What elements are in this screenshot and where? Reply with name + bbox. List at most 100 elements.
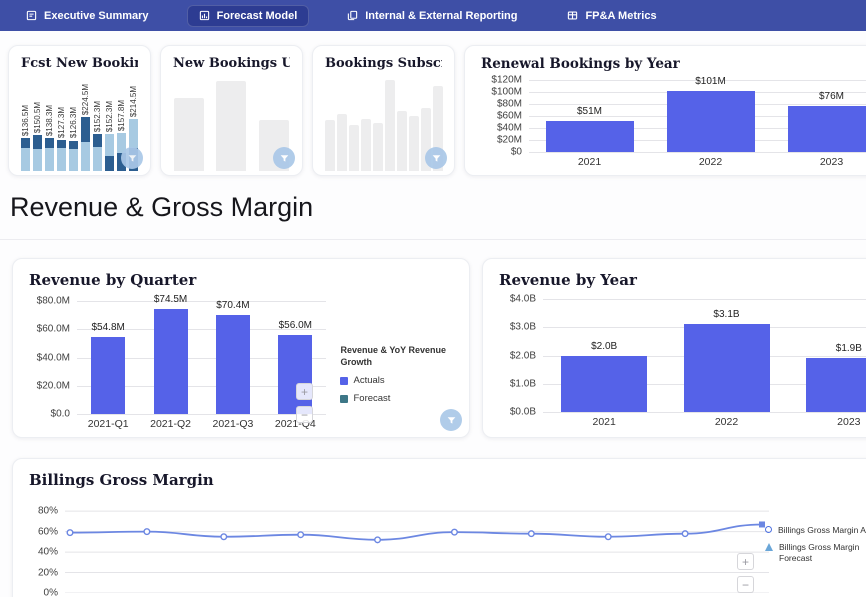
y-tick-label: 60% [38,526,58,537]
bar-value-label: $152.3M [105,101,114,132]
data-point-marker[interactable] [605,534,611,540]
bar-segment [81,117,90,142]
y-tick-label: $120M [491,75,522,86]
chart-legend: Revenue & YoY Revenue Growth Actuals For… [340,345,453,434]
filter-funnel-button[interactable] [425,147,447,169]
y-axis: $4.0B$3.0B$2.0B$1.0B$0.0B [499,299,543,412]
plot-area: $2.0B$3.1B$1.9B [543,299,866,412]
background-bar [216,81,246,171]
bar[interactable] [806,358,866,412]
bar-segment [81,142,90,171]
x-tick-label: 2023 [837,416,860,428]
legend-item-forecast[interactable]: Billings Gross Margin Forecast [765,542,866,564]
bar-group [173,73,205,171]
data-point-marker[interactable] [144,529,150,535]
stacked-bar[interactable] [21,138,30,171]
data-point-marker[interactable] [67,530,73,536]
table-icon [567,10,578,21]
zoom-controls: + − [296,383,313,423]
bar-value-label: $1.9B [836,343,862,354]
stacked-bar[interactable] [81,117,90,171]
tab-executive-summary[interactable]: Executive Summary [14,5,161,27]
background-bar [373,123,383,171]
bar-value-label: $54.8M [91,322,124,333]
bar-value-label: $152.3M [93,101,102,132]
y-axis: $120M$100M$80M$60M$40M$20M$0 [481,80,529,152]
data-point-marker[interactable] [452,529,458,535]
bar-column: $152.3M [93,73,102,171]
line-chart-svg [65,503,769,593]
legend-item-forecast[interactable]: Forecast [340,393,453,404]
bar[interactable] [216,315,250,414]
card-title: Billings Gross Margin [29,471,866,489]
legend-title: Revenue & YoY Revenue Growth [340,345,453,368]
tab-fpa-metrics[interactable]: FP&A Metrics [555,5,668,27]
stacked-bar[interactable] [57,140,66,171]
stacked-bar[interactable] [69,141,78,171]
stacked-bar[interactable] [105,134,114,171]
tab-forecast-model[interactable]: Forecast Model [187,5,310,27]
bar[interactable] [546,121,634,152]
grid-line [543,412,866,413]
card-title: Fcst New Booking... [21,56,138,71]
bar[interactable] [154,309,188,414]
grid-line [77,414,326,415]
data-point-marker[interactable] [221,534,227,540]
x-tick-label: 2023 [820,156,843,168]
x-tick-label: 2021-Q2 [150,418,191,430]
background-bar [385,80,395,171]
section-divider [0,239,866,240]
zoom-out-button[interactable]: − [296,406,313,423]
tab-label: FP&A Metrics [585,10,656,22]
background-bar [409,116,419,171]
bar[interactable] [667,91,755,152]
legend-item-actuals[interactable]: Actuals [340,375,453,386]
circle-marker-icon [765,526,772,533]
y-axis: 80%60%40%20%0% [29,503,65,593]
stacked-bar[interactable] [45,138,54,171]
grid-line [77,301,326,302]
y-tick-label: $40.0M [37,352,70,363]
background-bar [397,111,407,171]
bar-group [385,73,394,171]
data-point-marker[interactable] [375,537,381,543]
bar[interactable] [561,356,647,413]
bar[interactable] [91,337,125,414]
data-point-marker[interactable] [529,531,535,537]
tab-label: Executive Summary [44,10,149,22]
bar[interactable] [788,106,866,152]
y-tick-label: $2.0B [510,350,536,361]
x-tick-label: 2021-Q3 [212,418,253,430]
bar-segment [105,134,114,155]
bar-chart-icon [199,10,210,21]
y-axis: $80.0M$60.0M$40.0M$20.0M$0.0 [29,301,77,414]
bar-segment [93,147,102,171]
stacked-bar[interactable] [93,134,102,171]
bar-value-label: $214.5M [129,86,138,117]
y-tick-label: $80.0M [37,296,70,307]
stacked-bar[interactable] [33,135,42,171]
bar-group [349,73,358,171]
chart-legend: Billings Gross Margin Ac Billings Gross … [765,525,866,570]
bar-value-label: $51M [577,106,602,117]
renewal-bookings-chart: $120M$100M$80M$60M$40M$20M$0$51M$101M$76… [481,80,866,172]
bar-value-label: $101M [695,76,726,87]
zoom-out-button[interactable]: − [737,576,754,593]
tab-internal-external-reporting[interactable]: Internal & External Reporting [335,5,529,27]
data-point-marker[interactable] [298,532,304,538]
margin-line [70,524,762,539]
bar-column: $138.3M [45,73,54,171]
card-title: Bookings Subscri... [325,56,442,71]
actuals-swatch [340,377,348,385]
zoom-in-button[interactable]: + [737,553,754,570]
filter-funnel-button[interactable] [440,409,462,431]
zoom-in-button[interactable]: + [296,383,313,400]
legend-item-actuals[interactable]: Billings Gross Margin Ac [765,525,866,536]
filter-funnel-button[interactable] [121,147,143,169]
bar[interactable] [684,324,770,412]
data-point-marker[interactable] [682,531,688,537]
y-tick-label: $3.0B [510,322,536,333]
filter-funnel-button[interactable] [273,147,295,169]
bar-segment [33,135,42,149]
bar-segment [45,138,54,148]
